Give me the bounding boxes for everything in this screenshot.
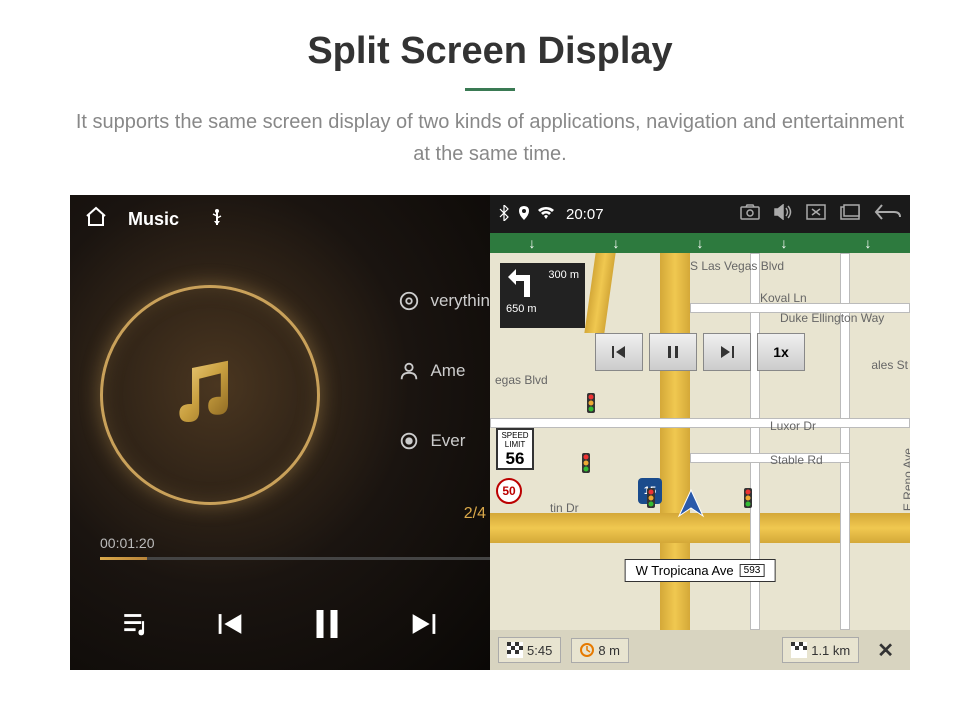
progress-bar[interactable] — [100, 557, 490, 560]
map-speed-button[interactable]: 1x — [757, 333, 805, 371]
home-icon[interactable] — [84, 205, 108, 234]
street-label: Koval Ln — [760, 291, 807, 305]
track-row[interactable]: Ever — [398, 430, 490, 452]
street-label: tin Dr — [550, 501, 579, 515]
target-icon — [398, 430, 420, 452]
camera-icon[interactable] — [740, 204, 760, 225]
map-playback-controls: 1x — [595, 333, 805, 371]
bluetooth-icon — [498, 205, 510, 224]
current-street-badge: W Tropicana Ave 593 — [625, 559, 776, 582]
time-remaining-item[interactable]: 8 m — [571, 638, 629, 663]
music-controls — [70, 603, 490, 650]
eta-item[interactable]: 5:45 — [498, 637, 561, 663]
street-label: E Reno Ave — [901, 448, 910, 511]
turn-left-icon — [506, 269, 536, 299]
lane-guidance: ↓↓↓↓↓ — [490, 233, 910, 253]
street-label: Stable Rd — [770, 453, 823, 467]
next-button[interactable] — [407, 607, 441, 646]
page-title: Split Screen Display — [0, 0, 980, 73]
track-album: Ever — [430, 431, 465, 451]
clock-icon — [580, 643, 594, 657]
location-icon — [518, 206, 530, 223]
disc-icon — [398, 290, 420, 312]
music-header-label: Music — [128, 209, 179, 230]
highway-shield: 50 — [496, 478, 522, 504]
traffic-light-icon — [742, 488, 754, 512]
artist-icon — [398, 360, 420, 382]
album-art — [100, 285, 320, 505]
playlist-icon[interactable] — [120, 607, 154, 646]
track-artist: Ame — [430, 361, 465, 381]
street-label: Duke Ellington Way — [780, 311, 884, 325]
close-tab-icon[interactable] — [806, 204, 826, 225]
music-top-bar: Music — [70, 195, 490, 244]
traffic-light-icon — [580, 453, 592, 477]
track-counter: 2/4 — [464, 505, 486, 523]
track-title: verythin — [430, 291, 490, 311]
street-label: S Las Vegas Blvd — [690, 259, 784, 273]
wifi-icon — [538, 207, 554, 222]
street-label: ales St — [871, 358, 908, 372]
map-prev-button[interactable] — [595, 333, 643, 371]
flag-icon — [791, 642, 807, 658]
music-panel: Music verythin Ame — [70, 195, 490, 670]
prev-button[interactable] — [213, 607, 247, 646]
map-next-button[interactable] — [703, 333, 751, 371]
time-elapsed: 00:01:20 — [100, 535, 155, 551]
nav-bottom-bar: 5:45 8 m 1.1 km ✕ — [490, 630, 910, 670]
music-note-icon — [165, 350, 255, 440]
volume-icon[interactable] — [774, 204, 792, 225]
pause-button[interactable] — [306, 603, 348, 650]
description-text: It supports the same screen display of t… — [50, 106, 930, 170]
traffic-light-icon — [585, 393, 597, 417]
usb-icon[interactable] — [209, 208, 225, 231]
track-row[interactable]: verythin — [398, 290, 490, 312]
distance-item[interactable]: 1.1 km — [782, 637, 859, 663]
back-icon[interactable] — [874, 203, 902, 226]
map-area[interactable]: S Las Vegas Blvd Koval Ln Duke Ellington… — [490, 253, 910, 630]
street-label: Luxor Dr — [770, 419, 816, 433]
track-row[interactable]: Ame — [398, 360, 490, 382]
nav-panel: 20:07 ↓↓↓↓↓ S L — [490, 195, 910, 670]
turn-instruction: 300 m 650 m — [500, 263, 585, 328]
close-nav-button[interactable]: ✕ — [869, 638, 902, 663]
title-underline — [465, 88, 515, 91]
speed-limit-sign: SPEED LIMIT 56 — [496, 428, 534, 470]
split-screen-icon[interactable] — [840, 204, 860, 225]
traffic-light-icon — [645, 488, 657, 512]
status-time: 20:07 — [566, 206, 604, 223]
turn-distance-far: 650 m — [506, 303, 579, 315]
device-frame: Music verythin Ame — [70, 195, 910, 670]
track-list: verythin Ame Ever — [398, 290, 490, 500]
street-label: egas Blvd — [495, 373, 548, 387]
flag-icon — [507, 642, 523, 658]
map-pause-button[interactable] — [649, 333, 697, 371]
status-bar: 20:07 — [490, 195, 910, 233]
current-location-icon — [675, 488, 707, 520]
